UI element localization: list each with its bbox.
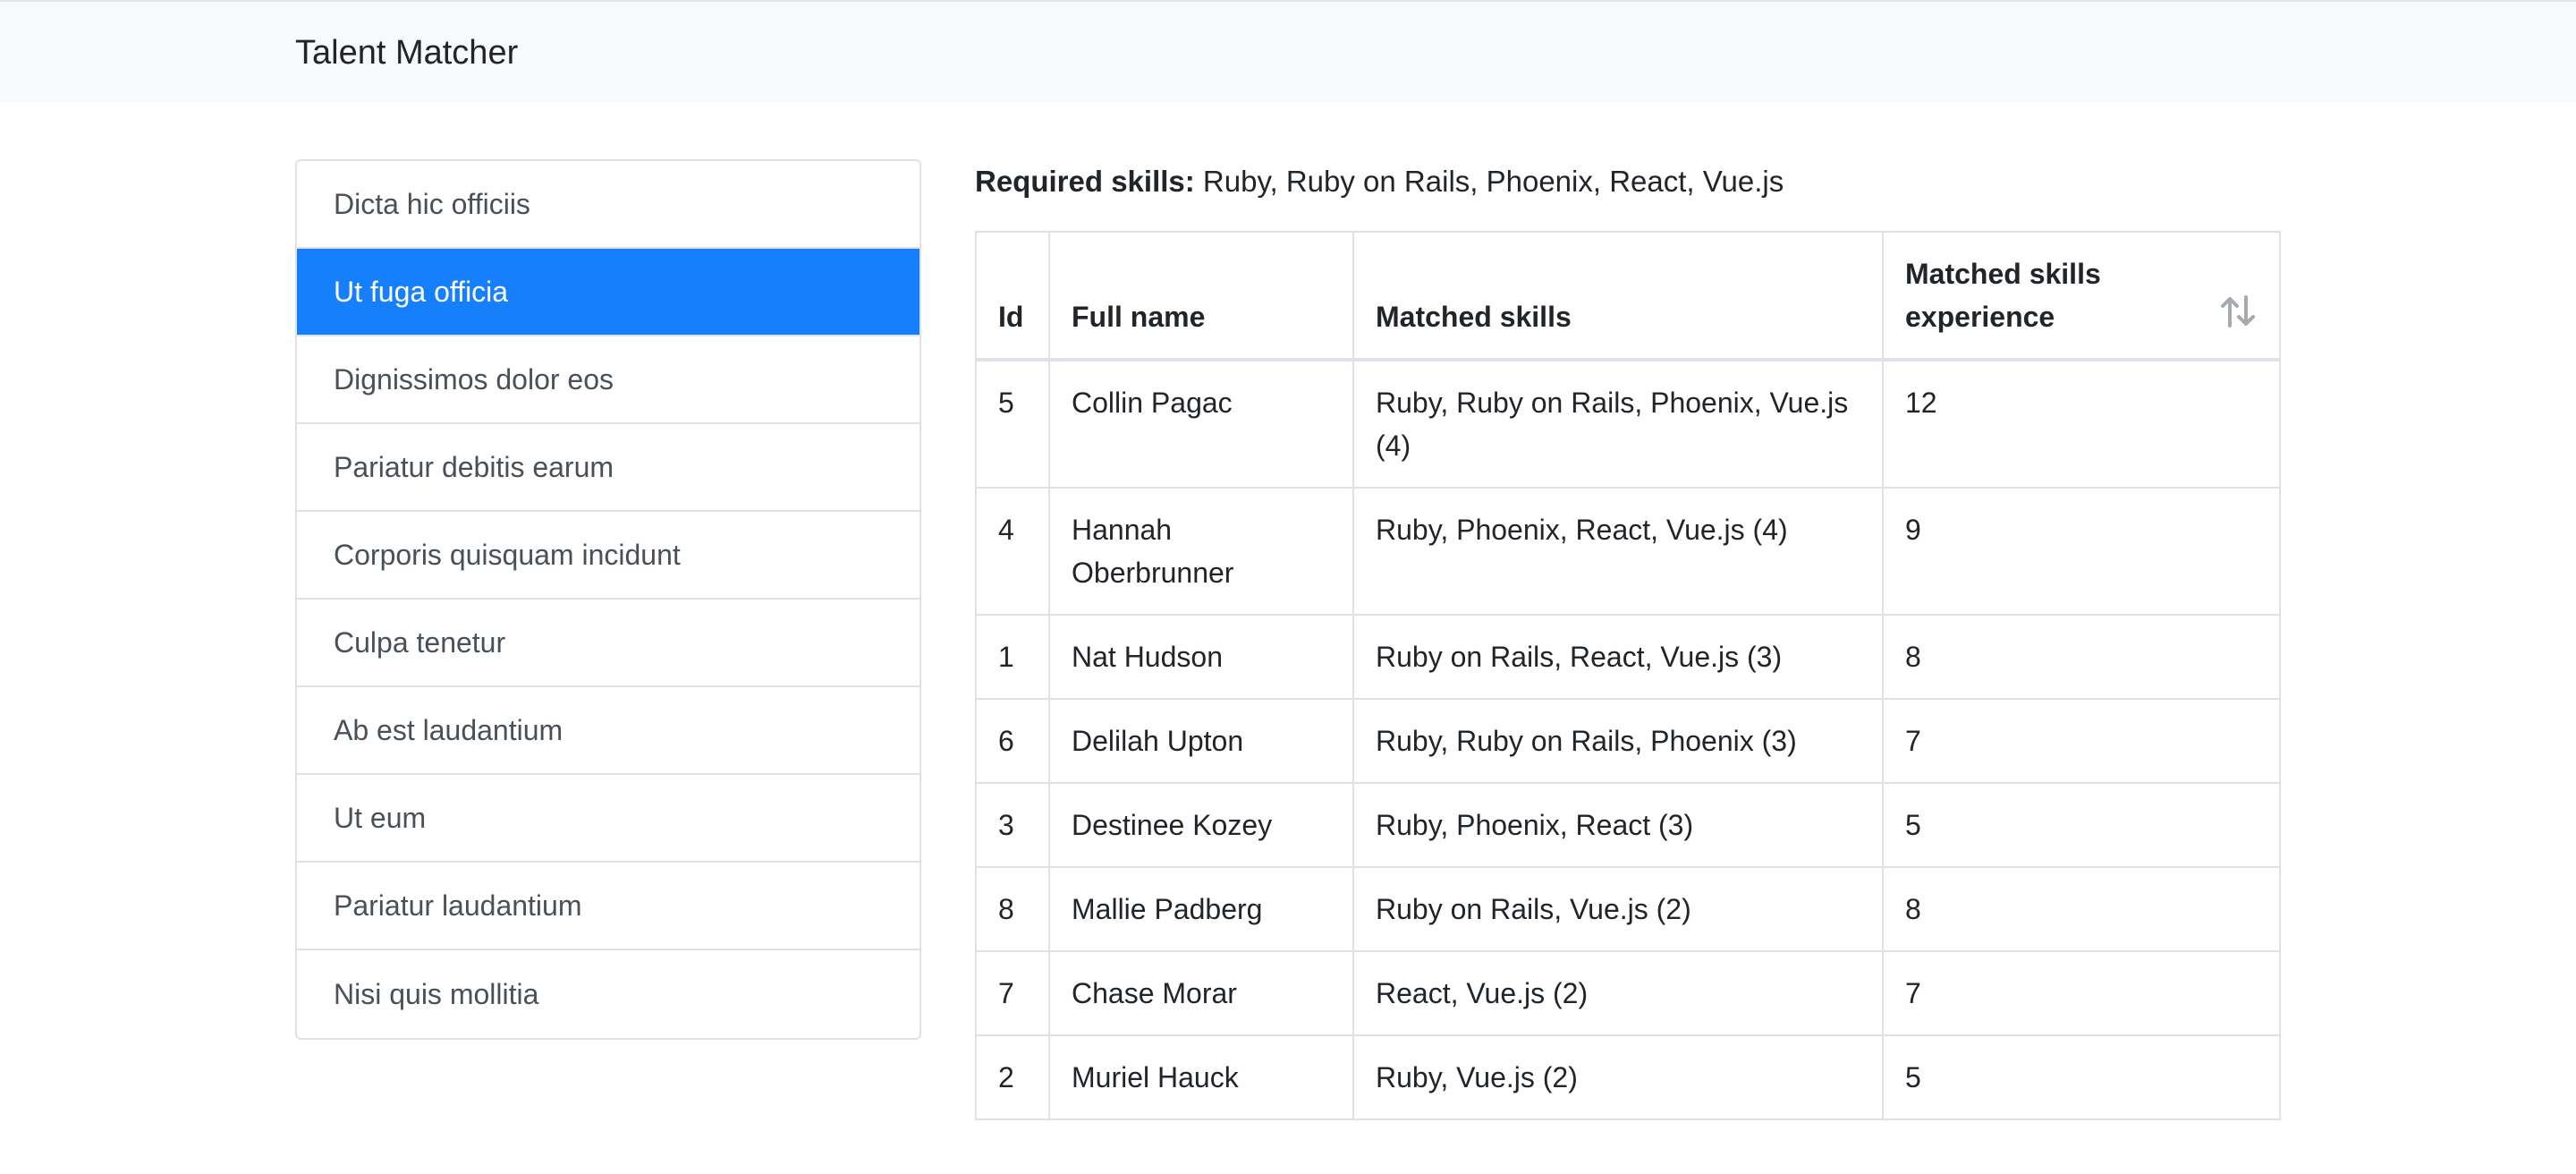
header-matched-skills: Matched skills (1352, 231, 1884, 362)
cell-matched-skills: Ruby on Rails, Vue.js (2) (1352, 866, 1884, 952)
cell-full-name: Delilah Upton (1048, 698, 1354, 784)
sidebar-item-nisi-quis-mollitia[interactable]: Nisi quis mollitia (297, 950, 919, 1038)
cell-id: 6 (975, 698, 1050, 784)
cell-experience: 5 (1882, 1034, 2281, 1120)
cell-full-name: Mallie Padberg (1048, 866, 1354, 952)
sidebar-item-pariatur-laudantium[interactable]: Pariatur laudantium (297, 863, 919, 950)
cell-id: 8 (975, 866, 1050, 952)
sidebar-item-ut-fuga-officia[interactable]: Ut fuga officia (297, 249, 919, 336)
table-row: 8 Mallie Padberg Ruby on Rails, Vue.js (… (975, 866, 2281, 952)
cell-matched-skills: Ruby, Ruby on Rails, Phoenix (3) (1352, 698, 1884, 784)
header-full-name: Full name (1048, 231, 1354, 362)
cell-id: 4 (975, 487, 1050, 616)
required-skills: Required skills: Ruby, Ruby on Rails, Ph… (975, 159, 2281, 204)
sidebar-item-dicta-hic-officiis[interactable]: Dicta hic officiis (297, 161, 919, 249)
cell-matched-skills: Ruby, Ruby on Rails, Phoenix, Vue.js (4) (1352, 359, 1884, 489)
required-skills-label: Required skills: (975, 165, 1195, 198)
cell-id: 5 (975, 359, 1050, 489)
sidebar-item-ab-est-laudantium[interactable]: Ab est laudantium (297, 687, 919, 775)
header-experience-label: Matched skills experience (1905, 258, 2101, 333)
cell-experience: 7 (1882, 698, 2281, 784)
table-row: 4 Hannah Oberbrunner Ruby, Phoenix, Reac… (975, 487, 2281, 616)
header-id: Id (975, 231, 1050, 362)
cell-experience: 12 (1882, 359, 2281, 489)
cell-full-name: Nat Hudson (1048, 614, 1354, 700)
cell-matched-skills: Ruby on Rails, React, Vue.js (3) (1352, 614, 1884, 700)
cell-experience: 9 (1882, 487, 2281, 616)
table-row: 7 Chase Morar React, Vue.js (2) 7 (975, 950, 2281, 1036)
cell-experience: 7 (1882, 950, 2281, 1036)
cell-id: 3 (975, 782, 1050, 868)
navbar: Talent Matcher (0, 0, 2576, 102)
cell-id: 2 (975, 1034, 1050, 1120)
cell-full-name: Muriel Hauck (1048, 1034, 1354, 1120)
cell-id: 1 (975, 614, 1050, 700)
sidebar-item-pariatur-debitis-earum[interactable]: Pariatur debitis earum (297, 424, 919, 512)
cell-experience: 8 (1882, 866, 2281, 952)
required-skills-value: Ruby, Ruby on Rails, Phoenix, React, Vue… (1202, 165, 1784, 198)
cell-experience: 8 (1882, 614, 2281, 700)
table-row: 2 Muriel Hauck Ruby, Vue.js (2) 5 (975, 1034, 2281, 1120)
cell-full-name: Collin Pagac (1048, 359, 1354, 489)
cell-full-name: Hannah Oberbrunner (1048, 487, 1354, 616)
sort-arrows-icon[interactable] (2220, 295, 2256, 328)
cell-matched-skills: React, Vue.js (2) (1352, 950, 1884, 1036)
sidebar-item-corporis-quisquam-incidunt[interactable]: Corporis quisquam incidunt (297, 512, 919, 600)
table-row: 5 Collin Pagac Ruby, Ruby on Rails, Phoe… (975, 359, 2281, 489)
header-matched-skills-experience[interactable]: Matched skills experience (1882, 231, 2281, 362)
cell-full-name: Destinee Kozey (1048, 782, 1354, 868)
cell-experience: 5 (1882, 782, 2281, 868)
sidebar-item-culpa-tenetur[interactable]: Culpa tenetur (297, 600, 919, 687)
table-header-row: Id Full name Matched skills Matched skil… (975, 231, 2281, 362)
cell-id: 7 (975, 950, 1050, 1036)
table-row: 6 Delilah Upton Ruby, Ruby on Rails, Pho… (975, 698, 2281, 784)
cell-matched-skills: Ruby, Phoenix, React (3) (1352, 782, 1884, 868)
brand-link[interactable]: Talent Matcher (295, 30, 518, 75)
sidebar-item-ut-eum[interactable]: Ut eum (297, 775, 919, 863)
table-row: 1 Nat Hudson Ruby on Rails, React, Vue.j… (975, 614, 2281, 700)
sidebar-list: Dicta hic officiis Ut fuga officia Digni… (295, 159, 921, 1040)
main-content: Required skills: Ruby, Ruby on Rails, Ph… (975, 159, 2281, 1120)
cell-full-name: Chase Morar (1048, 950, 1354, 1036)
candidates-table: Id Full name Matched skills Matched skil… (975, 231, 2281, 1120)
table-row: 3 Destinee Kozey Ruby, Phoenix, React (3… (975, 782, 2281, 868)
cell-matched-skills: Ruby, Vue.js (2) (1352, 1034, 1884, 1120)
cell-matched-skills: Ruby, Phoenix, React, Vue.js (4) (1352, 487, 1884, 616)
sidebar-item-dignissimos-dolor-eos[interactable]: Dignissimos dolor eos (297, 336, 919, 424)
